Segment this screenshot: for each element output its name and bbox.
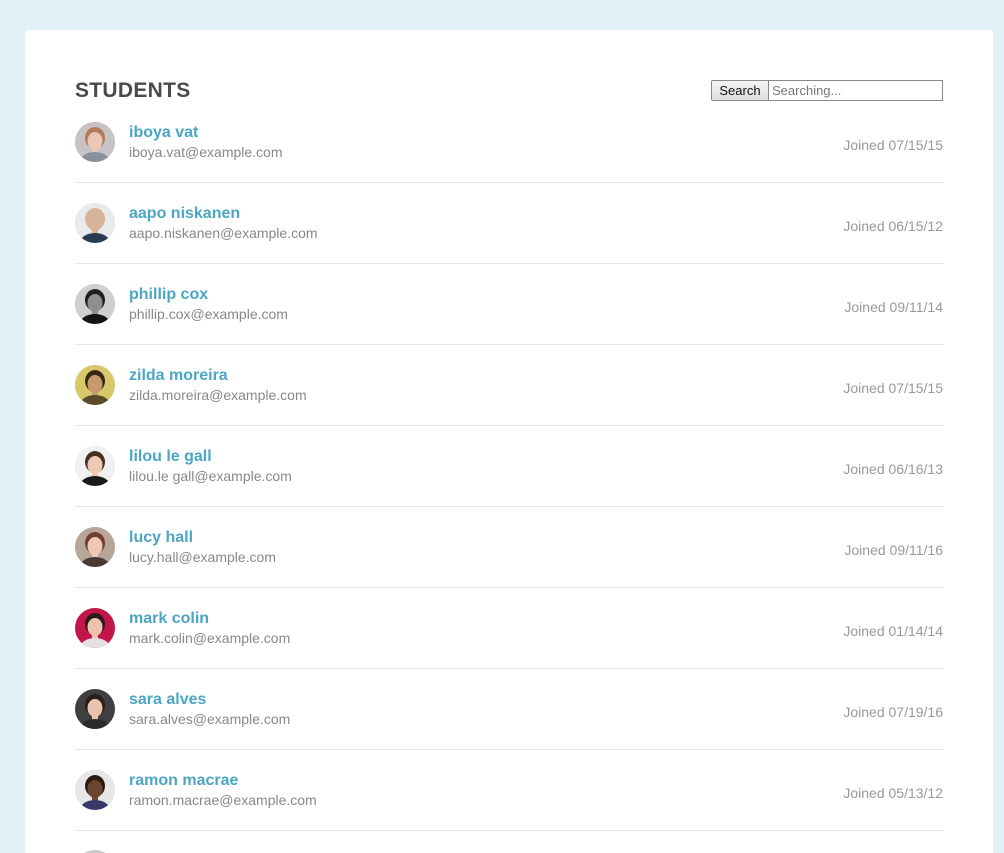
joined-date: Joined 06/16/13: [843, 461, 943, 477]
student-name[interactable]: sara alves: [129, 691, 206, 709]
student-email: mark.colin@example.com: [129, 630, 291, 646]
avatar: [75, 284, 115, 324]
avatar: [75, 770, 115, 810]
student-list-item: mark colin mark.colin@example.com Joined 0…: [75, 588, 943, 669]
student-email: lilou.le gall@example.com: [129, 468, 292, 484]
student-list: iboya vat iboya.vat@example.com Joined 07/…: [75, 102, 943, 831]
student-email: iboya.vat@example.com: [129, 144, 283, 160]
avatar: [75, 608, 115, 648]
avatar: [75, 689, 115, 729]
search-input[interactable]: [769, 80, 943, 101]
student-name[interactable]: lucy hall: [129, 529, 193, 547]
students-panel: STUDENTS Search iboya vat iboya.vat@examp…: [25, 30, 993, 853]
student-name[interactable]: iboya vat: [129, 124, 198, 142]
student-email: ramon.macrae@example.com: [129, 792, 317, 808]
avatar: [75, 203, 115, 243]
avatar: [75, 446, 115, 486]
student-name[interactable]: aapo niskanen: [129, 205, 240, 223]
student-list-item: phillip cox phillip.cox@example.com Joined…: [75, 264, 943, 345]
joined-date: Joined 07/19/16: [843, 704, 943, 720]
header: STUDENTS Search: [75, 78, 943, 104]
joined-date: Joined 07/15/15: [843, 380, 943, 396]
search-form: Search: [711, 80, 943, 101]
avatar: [75, 527, 115, 567]
student-name[interactable]: mark colin: [129, 610, 209, 628]
student-email: sara.alves@example.com: [129, 711, 291, 727]
search-button[interactable]: Search: [711, 80, 769, 101]
student-name[interactable]: ramon macrae: [129, 772, 238, 790]
joined-date: Joined 09/11/14: [844, 299, 943, 315]
student-name[interactable]: zilda moreira: [129, 367, 228, 385]
joined-date: Joined 09/11/16: [844, 542, 943, 558]
joined-date: Joined 06/15/12: [843, 218, 943, 234]
avatar: [75, 122, 115, 162]
student-name[interactable]: phillip cox: [129, 286, 208, 304]
student-list-item: zilda moreira zilda.moreira@example.com Jo…: [75, 345, 943, 426]
student-list-item: ramon macrae ramon.macrae@example.com Join…: [75, 750, 943, 831]
student-list-item: iboya vat iboya.vat@example.com Joined 07/…: [75, 102, 943, 183]
student-list-item: aapo niskanen aapo.niskanen@example.com Jo…: [75, 183, 943, 264]
student-email: aapo.niskanen@example.com: [129, 225, 318, 241]
joined-date: Joined 01/14/14: [843, 623, 943, 639]
student-email: phillip.cox@example.com: [129, 306, 288, 322]
student-name[interactable]: lilou le gall: [129, 448, 212, 466]
student-list-item: sara alves sara.alves@example.com Joined 0…: [75, 669, 943, 750]
page-title: STUDENTS: [75, 79, 191, 102]
student-email: zilda.moreira@example.com: [129, 387, 307, 403]
student-email: lucy.hall@example.com: [129, 549, 277, 565]
joined-date: Joined 05/13/12: [843, 785, 943, 801]
avatar: [75, 365, 115, 405]
joined-date: Joined 07/15/15: [843, 137, 943, 153]
student-list-item: lilou le gall lilou.le gall@example.com Jo…: [75, 426, 943, 507]
student-list-item: lucy hall lucy.hall@example.com Joined 09/…: [75, 507, 943, 588]
